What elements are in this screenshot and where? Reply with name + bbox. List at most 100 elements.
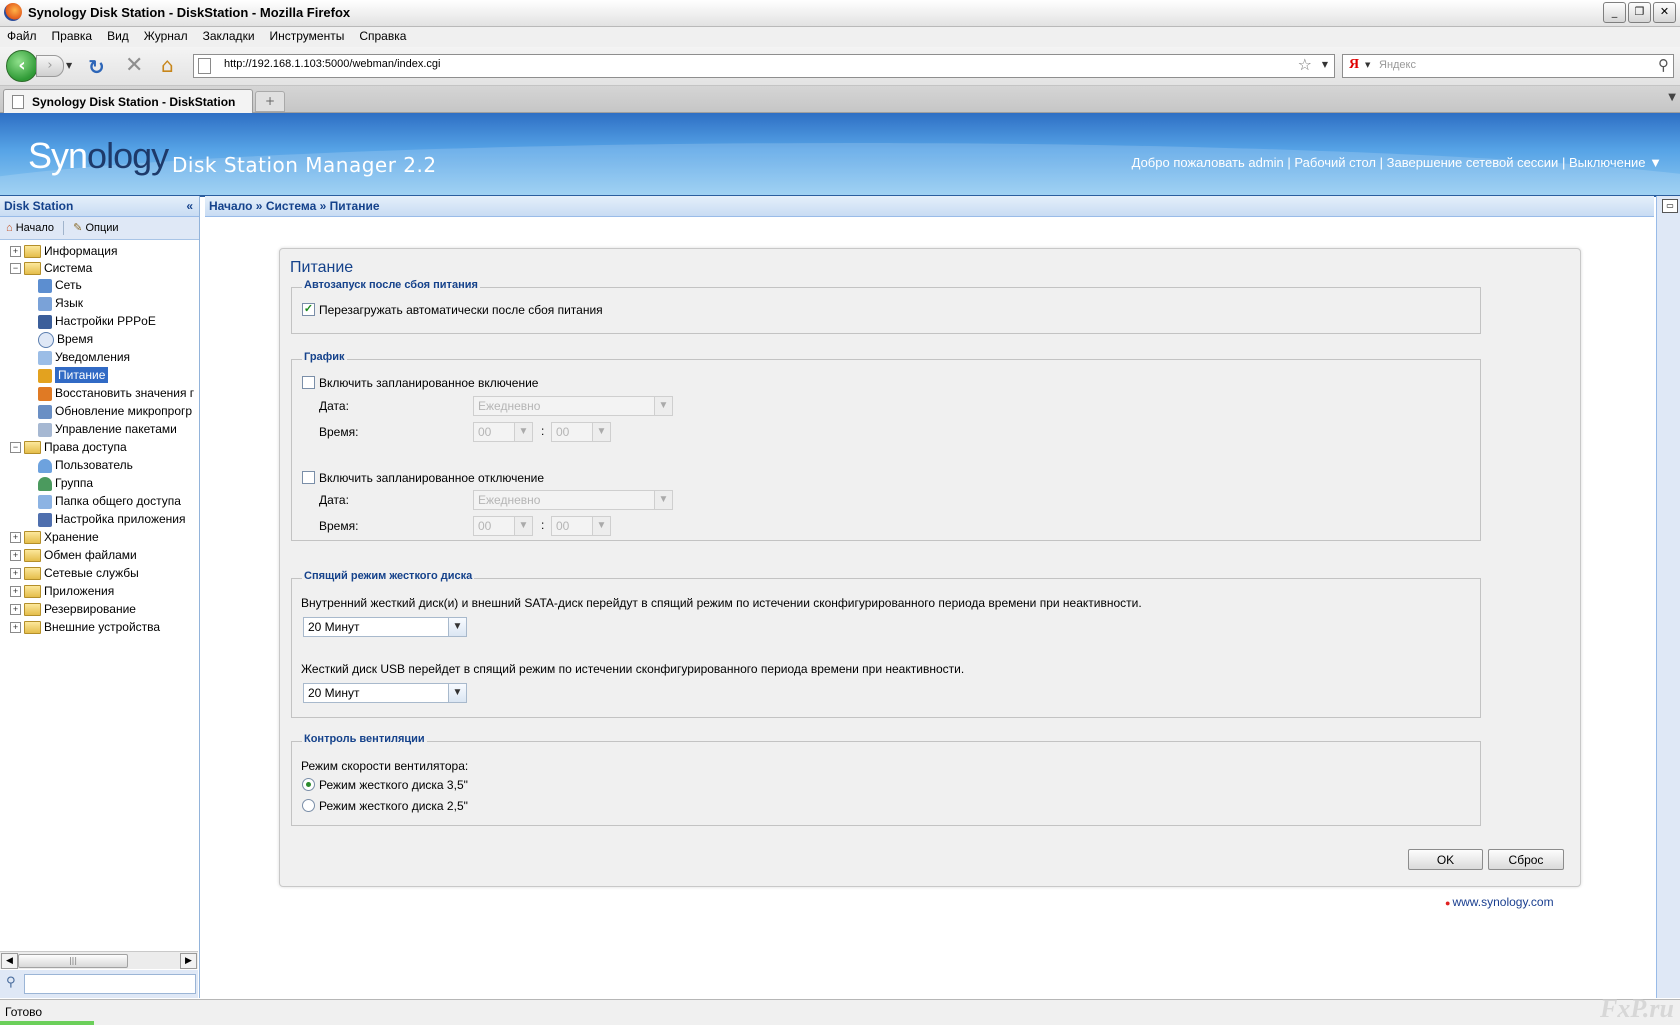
desktop-link[interactable]: Рабочий стол (1294, 155, 1376, 170)
tree-item-package-management[interactable]: Управление пакетами (38, 420, 177, 438)
tree-item-notifications[interactable]: Уведомления (38, 348, 130, 366)
scroll-left-icon[interactable]: ◀ (1, 953, 18, 969)
power-off-date-select[interactable]: Ежедневно ▼ (473, 490, 673, 510)
new-tab-button[interactable]: + (255, 91, 285, 112)
tree-item-network-services[interactable]: + Сетевые службы (10, 564, 139, 582)
collapse-icon[interactable]: « (186, 196, 193, 216)
tree-item-pppoe[interactable]: Настройки PPPoE (38, 312, 156, 330)
scheduled-power-off-option[interactable]: Включить запланированное отключение (302, 471, 544, 485)
tree-item-file-sharing[interactable]: + Обмен файлами (10, 546, 137, 564)
history-dropdown-icon[interactable]: ▼ (66, 61, 72, 70)
home-icon[interactable]: ⌂ (161, 53, 174, 77)
power-on-minute-select[interactable]: 00 ▼ (551, 422, 611, 442)
power-on-date-select[interactable]: Ежедневно ▼ (473, 396, 673, 416)
url-dropdown-icon[interactable]: ▼ (1322, 60, 1328, 69)
sidebar-home-button[interactable]: Начало (16, 222, 54, 234)
tree-item-info[interactable]: + Информация (10, 242, 117, 260)
chevron-down-icon[interactable]: ▼ (448, 684, 466, 702)
tree-item-time[interactable]: Время (38, 330, 93, 348)
fan-mode-3-5-radio[interactable] (302, 778, 315, 792)
chevron-down-icon[interactable]: ▼ (654, 491, 672, 509)
search-icon[interactable]: ⚲ (1658, 56, 1669, 74)
menu-file[interactable]: Файл (0, 27, 45, 43)
menu-view[interactable]: Вид (100, 27, 137, 43)
stop-icon[interactable]: ✕ (125, 53, 143, 78)
sidebar-search-input[interactable] (24, 974, 196, 994)
expand-icon[interactable]: + (10, 604, 21, 616)
logout-link[interactable]: Завершение сетевой сессии (1387, 155, 1559, 170)
wrench-icon[interactable]: ✎ (73, 222, 82, 234)
auto-restart-option[interactable]: ✓ Перезагружать автоматически после сбоя … (302, 303, 603, 317)
maximize-button[interactable]: ❐ (1628, 2, 1651, 23)
collapse-tree-icon[interactable]: − (10, 263, 21, 275)
minimize-button[interactable]: _ (1603, 2, 1626, 23)
bookmark-star-icon[interactable]: ☆ (1298, 55, 1312, 74)
menu-tools[interactable]: Инструменты (263, 27, 353, 43)
tree-item-app-privileges[interactable]: Настройка приложения (38, 510, 186, 528)
menu-edit[interactable]: Правка (45, 27, 101, 43)
menu-bookmarks[interactable]: Закладки (196, 27, 263, 43)
expand-icon[interactable]: + (10, 568, 21, 580)
home-icon[interactable]: ⌂ (6, 222, 13, 234)
welcome-link[interactable]: Добро пожаловать admin (1132, 155, 1284, 170)
chevron-down-icon[interactable]: ▼ (514, 423, 532, 441)
tree-item-storage[interactable]: + Хранение (10, 528, 99, 546)
tree-item-restore-defaults[interactable]: Восстановить значения г (38, 384, 194, 402)
collapse-tree-icon[interactable]: − (10, 442, 21, 454)
expand-icon[interactable]: + (10, 532, 21, 544)
search-bar[interactable]: Я ▼ Яндекс ⚲ (1342, 54, 1674, 78)
expand-icon[interactable]: + (10, 622, 21, 634)
power-on-hour-select[interactable]: 00 ▼ (473, 422, 533, 442)
tree-item-shared-folder[interactable]: Папка общего доступа (38, 492, 181, 510)
tree-item-external-devices[interactable]: + Внешние устройства (10, 618, 160, 636)
address-bar[interactable]: http://192.168.1.103:5000/webman/index.c… (193, 54, 1335, 78)
usb-hibernation-select[interactable]: 20 Минут ▼ (303, 683, 467, 703)
expand-icon[interactable]: + (10, 246, 21, 258)
scheduled-power-on-checkbox[interactable] (302, 376, 315, 390)
fan-mode-2-5-radio[interactable] (302, 799, 315, 813)
tree-item-applications[interactable]: + Приложения (10, 582, 114, 600)
tree-item-group[interactable]: Группа (38, 474, 93, 492)
reset-button[interactable]: Сброс (1488, 849, 1564, 870)
yandex-logo-icon[interactable]: Я (1349, 57, 1359, 73)
close-button[interactable]: ✕ (1653, 2, 1676, 23)
ok-button[interactable]: OK (1408, 849, 1483, 870)
help-book-icon[interactable]: ▭ (1662, 199, 1678, 213)
fan-mode-3-5-option[interactable]: Режим жесткого диска 3,5" (302, 778, 468, 792)
tree-item-firmware-update[interactable]: Обновление микропрогр (38, 402, 192, 420)
power-off-hour-select[interactable]: 00 ▼ (473, 516, 533, 536)
tree-item-power[interactable]: Питание (38, 366, 109, 384)
tree-item-language[interactable]: Язык (38, 294, 83, 312)
search-input[interactable]: Яндекс (1379, 59, 1416, 71)
synology-website-link[interactable]: ● www.synology.com (1445, 895, 1554, 909)
reload-icon[interactable]: ↻ (88, 55, 105, 79)
tree-item-user[interactable]: Пользователь (38, 456, 133, 474)
tree-item-network[interactable]: Сеть (38, 276, 82, 294)
menu-help[interactable]: Справка (352, 27, 414, 43)
power-off-minute-select[interactable]: 00 ▼ (551, 516, 611, 536)
chevron-down-icon[interactable]: ▼ (514, 517, 532, 535)
scheduled-power-off-checkbox[interactable] (302, 471, 315, 485)
scheduled-power-on-option[interactable]: Включить запланированное включение (302, 376, 538, 390)
chevron-down-icon[interactable]: ▼ (654, 397, 672, 415)
menu-history[interactable]: Журнал (137, 27, 196, 43)
tree-item-privileges[interactable]: − Права доступа (10, 438, 127, 456)
scroll-right-icon[interactable]: ▶ (180, 953, 197, 969)
expand-icon[interactable]: + (10, 550, 21, 562)
address-url[interactable]: http://192.168.1.103:5000/webman/index.c… (224, 58, 441, 70)
sidebar-options-button[interactable]: Опции (85, 222, 118, 234)
tree-item-system[interactable]: − Система (10, 259, 92, 277)
back-arrow-icon[interactable]: ‹ (6, 50, 38, 82)
chevron-down-icon[interactable]: ▼ (448, 618, 466, 636)
shutdown-menu[interactable]: Выключение ▼ (1569, 155, 1662, 170)
internal-hibernation-select[interactable]: 20 Минут ▼ (303, 617, 467, 637)
tab-diskstation[interactable]: Synology Disk Station - DiskStation (3, 89, 253, 113)
search-engine-dropdown-icon[interactable]: ▼ (1365, 61, 1370, 69)
fan-mode-2-5-option[interactable]: Режим жесткого диска 2,5" (302, 799, 468, 813)
expand-icon[interactable]: + (10, 586, 21, 598)
tab-list-icon[interactable]: ▼ (1668, 92, 1676, 103)
forward-arrow-icon[interactable]: › (36, 55, 64, 77)
scrollbar-thumb[interactable]: ||| (18, 954, 128, 968)
chevron-down-icon[interactable]: ▼ (592, 423, 610, 441)
sidebar-horizontal-scrollbar[interactable]: ◀ ||| ▶ (0, 951, 198, 969)
